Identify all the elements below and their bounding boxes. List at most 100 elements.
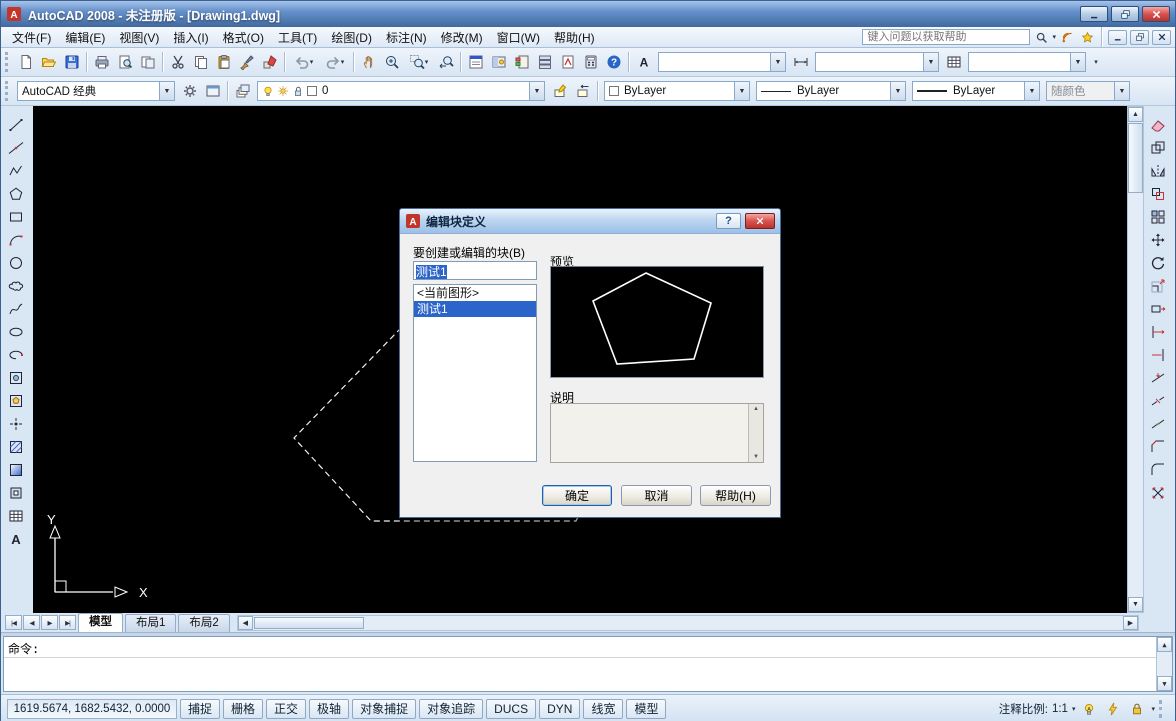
minimize-button[interactable] [1080,6,1108,22]
table-style-button[interactable] [942,51,965,74]
standard-zoom-realtime-button[interactable] [380,51,403,74]
draw-rectangle-button[interactable] [4,205,28,228]
modify-copy-object-button[interactable] [1146,136,1170,159]
toolbar-grip[interactable] [5,81,10,101]
layer-on-icon[interactable] [262,85,277,97]
last-tab-button[interactable]: ▶| [59,615,76,630]
scroll-down-icon[interactable]: ▼ [1157,676,1172,691]
ok-button[interactable]: 确定 [542,485,612,506]
workspace-combo[interactable]: AutoCAD 经典▼ [17,81,175,101]
status-toggle[interactable]: 对象捕捉 [352,699,416,719]
first-tab-button[interactable]: |◀ [5,615,22,630]
standard-new-file-button[interactable] [14,51,37,74]
annotation-visibility-icon[interactable]: A [1079,699,1099,719]
modify-rotate-button[interactable] [1146,251,1170,274]
draw-point-button[interactable] [4,412,28,435]
standard-open-folder-button[interactable] [37,51,60,74]
modify-stretch-button[interactable] [1146,297,1170,320]
chevron-down-icon[interactable]: ▼ [734,82,749,100]
standard-pan-button[interactable] [357,51,380,74]
table-style-combo[interactable]: ▼ [968,52,1086,72]
menu-item[interactable]: 格式(O) [216,27,271,48]
draw-table-button[interactable] [4,504,28,527]
help-button[interactable]: 帮助(H) [700,485,771,506]
modify-extend-button[interactable] [1146,343,1170,366]
block-list[interactable]: <当前图形>测试1 [413,284,537,462]
layer-freeze-icon[interactable] [277,85,292,97]
modify-break-at-point-button[interactable] [1146,366,1170,389]
status-toggle[interactable]: 对象追踪 [419,699,483,719]
redo-dropdown-arrow[interactable]: ▾ [341,58,345,66]
toolbar-lock-icon[interactable] [1127,699,1147,719]
draw-multiline-text-button[interactable]: A [4,527,28,550]
command-window[interactable]: 命令: ▲ ▼ [3,636,1173,692]
modify-trim-button[interactable] [1146,320,1170,343]
drawing-canvas[interactable]: Y X A 编辑块定义 ? 要创建或编辑的块(B) 测试1 [33,106,1127,613]
dialog-help-button[interactable]: ? [716,213,741,229]
dim-style-button[interactable] [789,51,812,74]
modify-array-button[interactable] [1146,205,1170,228]
status-toggle[interactable]: DYN [539,699,580,719]
standard-zoom-previous-button[interactable] [434,51,457,74]
chevron-down-icon[interactable]: ▼ [1024,82,1039,100]
standard-cut-button[interactable] [166,51,189,74]
chevron-down-icon[interactable]: ▼ [890,82,905,100]
search-icon[interactable] [1032,29,1050,46]
modify-offset-button[interactable] [1146,182,1170,205]
mdi-close-button[interactable] [1152,30,1171,45]
standard-publish-button[interactable] [136,51,159,74]
draw-circle-button[interactable] [4,251,28,274]
modify-scale-button[interactable] [1146,274,1170,297]
status-toggle[interactable]: DUCS [486,699,536,719]
next-tab-button[interactable]: ▶ [41,615,58,630]
status-toggle[interactable]: 正交 [266,699,306,719]
toolbar-grip[interactable] [5,52,10,72]
workspace-settings-button[interactable] [178,80,201,103]
modify-join-button[interactable] [1146,412,1170,435]
cancel-button[interactable]: 取消 [621,485,692,506]
mdi-restore-button[interactable] [1130,30,1149,45]
description-scrollbar[interactable]: ▲▼ [748,404,763,462]
close-button[interactable] [1142,6,1170,22]
standard-match-properties-button[interactable] [235,51,258,74]
modify-break-button[interactable] [1146,389,1170,412]
modify-erase-button[interactable] [1146,113,1170,136]
description-box[interactable]: ▲▼ [550,403,764,463]
mdi-minimize-button[interactable] [1108,30,1127,45]
status-toggle[interactable]: 栅格 [223,699,263,719]
standard-save-button[interactable] [60,51,83,74]
chevron-down-icon[interactable]: ▼ [159,82,174,100]
status-toggle[interactable]: 极轴 [309,699,349,719]
annotation-scale-arrow[interactable]: ▾ [1072,705,1076,713]
draw-revision-cloud-button[interactable] [4,274,28,297]
standard-plot-preview-button[interactable] [113,51,136,74]
scroll-down-icon[interactable]: ▼ [1128,597,1143,612]
chevron-down-icon[interactable]: ▼ [1070,53,1085,71]
standard-tool-palettes-button[interactable] [510,51,533,74]
menu-item[interactable]: 修改(M) [434,27,490,48]
prev-tab-button[interactable]: ◀ [23,615,40,630]
search-dropdown-arrow[interactable]: ▾ [1052,33,1056,41]
block-list-item[interactable]: 测试1 [414,301,536,317]
coordinates-display[interactable]: 1619.5674, 1682.5432, 0.0000 [7,699,177,719]
color-combo[interactable]: ByLayer▼ [604,81,750,101]
draw-region-button[interactable] [4,481,28,504]
menu-item[interactable]: 文件(F) [5,27,58,48]
scroll-left-icon[interactable]: ◀ [238,616,253,630]
status-toggle[interactable]: 捕捉 [180,699,220,719]
zoom-window-dropdown-arrow[interactable]: ▾ [425,58,429,66]
modify-explode-button[interactable] [1146,481,1170,504]
dialog-close-button[interactable] [745,213,775,229]
draw-spline-button[interactable] [4,297,28,320]
modify-fillet-button[interactable] [1146,458,1170,481]
vertical-scrollbar[interactable]: ▲ ▼ [1127,106,1144,613]
menu-item[interactable]: 绘图(D) [324,27,379,48]
help-search-input[interactable] [862,29,1030,45]
layer-lock-icon[interactable] [292,85,307,97]
standard-plot-button[interactable] [90,51,113,74]
layout-tab[interactable]: 模型 [78,613,123,632]
menu-item[interactable]: 帮助(H) [547,27,602,48]
standard-paste-button[interactable] [212,51,235,74]
command-scrollbar[interactable]: ▲ ▼ [1156,637,1172,691]
draw-gradient-button[interactable] [4,458,28,481]
